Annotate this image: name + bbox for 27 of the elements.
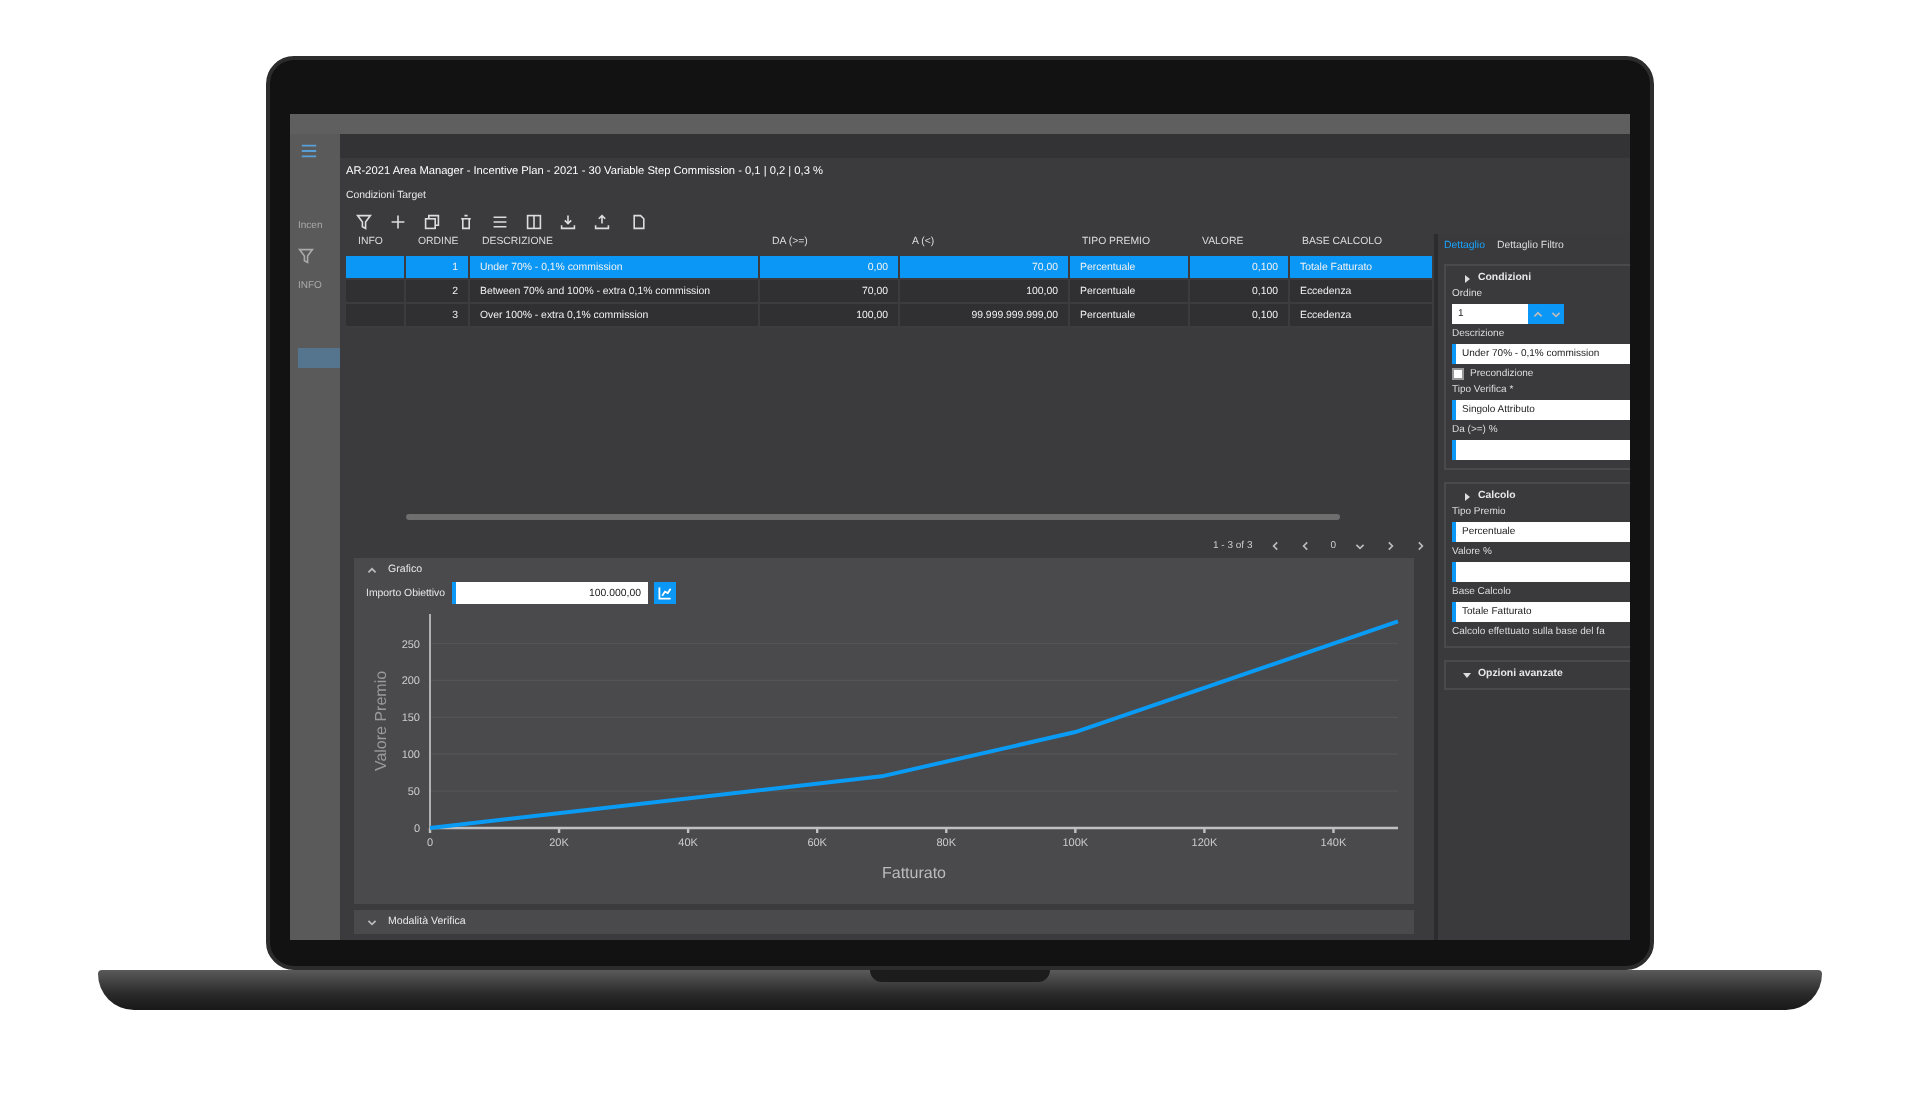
last-page-icon[interactable] xyxy=(1414,539,1426,551)
first-page-icon[interactable] xyxy=(1270,539,1283,551)
chevron-icon[interactable] xyxy=(366,564,378,576)
previous-page-icon[interactable] xyxy=(1300,539,1313,551)
trash-icon[interactable] xyxy=(458,213,474,229)
triangle-right-icon[interactable] xyxy=(1462,273,1472,283)
triangle-down-icon[interactable] xyxy=(1462,669,1472,679)
scrollbar[interactable] xyxy=(406,514,1340,520)
input-field[interactable] xyxy=(1452,440,1630,460)
chart-icon xyxy=(657,586,671,600)
next-page-icon[interactable] xyxy=(1384,539,1396,551)
copy-icon[interactable] xyxy=(424,213,440,229)
upload-icon[interactable] xyxy=(594,213,610,229)
x-axis-title: Fatturato xyxy=(882,864,946,882)
chart-button[interactable] xyxy=(653,582,675,604)
checkbox[interactable] xyxy=(1452,368,1464,380)
selected-row xyxy=(298,348,340,368)
list-icon[interactable] xyxy=(492,213,508,229)
columns-icon[interactable] xyxy=(526,213,542,229)
chevron-icon[interactable] xyxy=(366,916,378,928)
input-field[interactable] xyxy=(1452,562,1630,582)
download-icon[interactable] xyxy=(560,213,576,229)
plus-icon[interactable] xyxy=(390,213,406,229)
y-axis-title: Valore Premio xyxy=(372,670,390,772)
caret-icon[interactable] xyxy=(1354,539,1366,551)
triangle-right-icon[interactable] xyxy=(1462,491,1472,501)
menu-icon[interactable] xyxy=(298,142,320,160)
